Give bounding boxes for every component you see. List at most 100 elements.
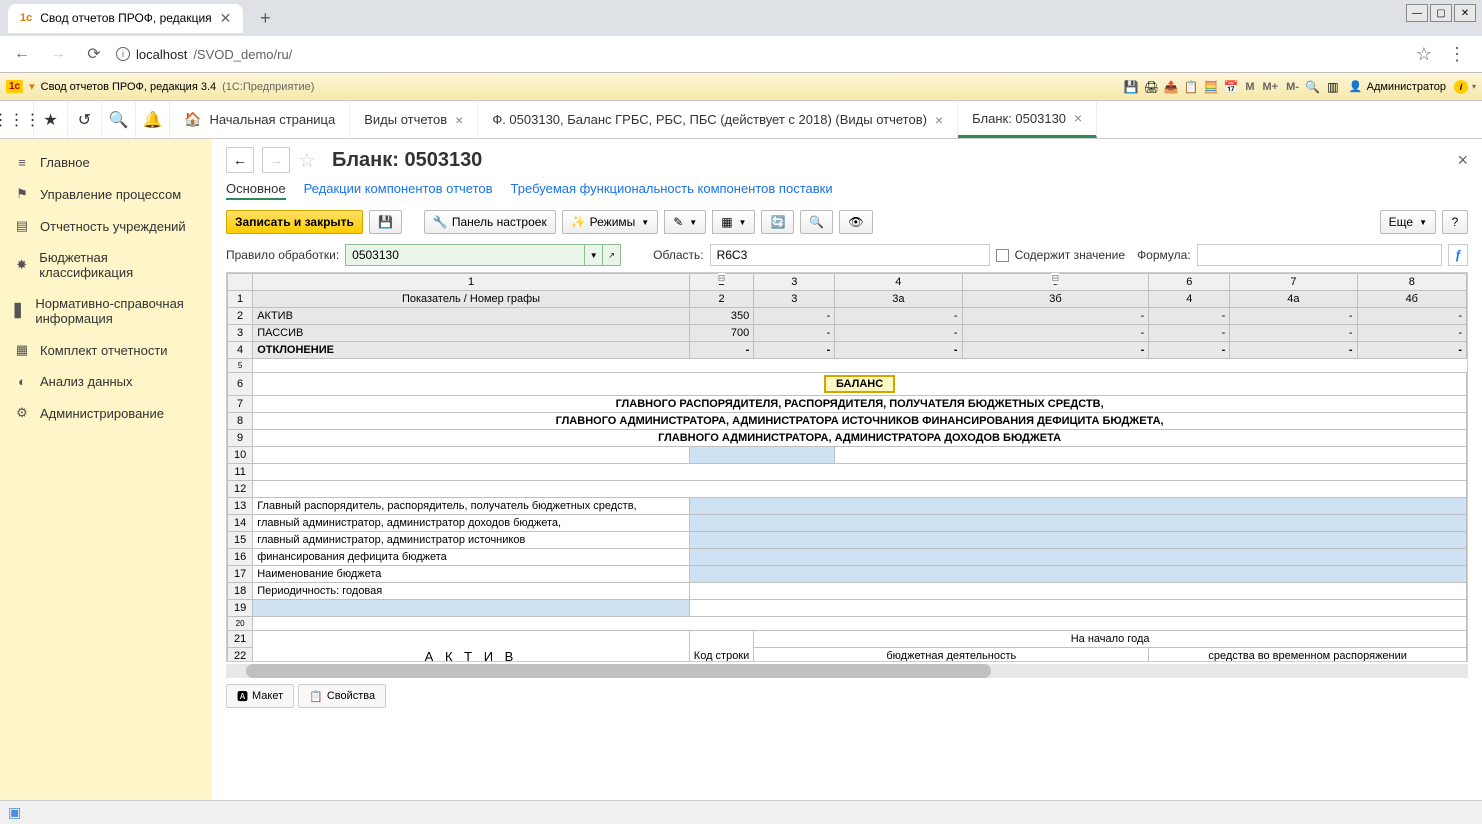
cell[interactable]: 4б xyxy=(1357,291,1466,308)
save-button[interactable]: 💾 xyxy=(369,210,402,234)
cell[interactable] xyxy=(253,447,690,464)
export-icon[interactable]: 📤 xyxy=(1163,79,1179,95)
cell[interactable] xyxy=(253,359,1467,373)
aktiv-header[interactable]: А К Т И В xyxy=(253,631,690,663)
col-header[interactable]: 1 xyxy=(253,274,690,291)
temp-funds-header[interactable]: средства во временном распоряжении xyxy=(1149,648,1467,663)
cell[interactable] xyxy=(689,600,1466,617)
cell[interactable]: - xyxy=(1230,308,1357,325)
cell[interactable]: 350 xyxy=(689,308,754,325)
cell[interactable] xyxy=(253,464,1467,481)
cell[interactable]: - xyxy=(689,342,754,359)
apps-menu-button[interactable]: ⋮⋮⋮ xyxy=(0,101,34,138)
cell[interactable]: Наименование бюджета xyxy=(253,566,690,583)
back-button[interactable]: ← xyxy=(8,40,36,68)
bookmark-button[interactable]: ☆ xyxy=(1416,44,1432,65)
col-header[interactable]: 7 xyxy=(1230,274,1357,291)
row-header[interactable]: 21 xyxy=(228,631,253,648)
memory-mminus-button[interactable]: M- xyxy=(1284,81,1301,93)
row-header[interactable]: 19 xyxy=(228,600,253,617)
code-header[interactable]: Код строки xyxy=(689,631,754,663)
browser-menu-button[interactable]: ⋮ xyxy=(1440,44,1474,65)
row-header[interactable]: 20 xyxy=(228,617,253,631)
memory-mplus-button[interactable]: M+ xyxy=(1260,81,1280,93)
subtab-functionality[interactable]: Требуемая функциональность компонентов п… xyxy=(511,179,833,200)
subtitle-cell[interactable]: ГЛАВНОГО РАСПОРЯДИТЕЛЯ, РАСПОРЯДИТЕЛЯ, П… xyxy=(253,396,1467,413)
formula-input[interactable] xyxy=(1197,244,1442,266)
cell[interactable]: - xyxy=(962,308,1149,325)
cell[interactable] xyxy=(689,549,1466,566)
url-bar[interactable]: i localhost/SVOD_demo/ru/ xyxy=(116,47,1408,62)
rule-dropdown-button[interactable]: ▼ xyxy=(585,244,603,266)
notifications-button[interactable]: 🔔 xyxy=(136,101,170,138)
cell[interactable]: - xyxy=(1230,325,1357,342)
row-header[interactable]: 5 xyxy=(228,359,253,373)
cell[interactable]: финансирования дефицита бюджета xyxy=(253,549,690,566)
more-button[interactable]: Еще▼ xyxy=(1380,210,1436,234)
scrollbar-thumb[interactable] xyxy=(246,664,991,678)
row-header[interactable]: 2 xyxy=(228,308,253,325)
subtitle-cell[interactable]: ГЛАВНОГО АДМИНИСТРАТОРА, АДМИНИСТРАТОРА … xyxy=(253,430,1467,447)
user-menu[interactable]: 👤 Администратор xyxy=(1345,80,1450,93)
close-tab-button[interactable]: × xyxy=(455,112,463,128)
find-button[interactable]: 🔍 xyxy=(800,210,833,234)
cell[interactable]: 4а xyxy=(1230,291,1357,308)
close-tab-button[interactable]: ✕ xyxy=(220,10,232,27)
save-icon[interactable]: 💾 xyxy=(1123,79,1139,95)
cell[interactable] xyxy=(689,498,1466,515)
rule-input[interactable] xyxy=(345,244,585,266)
view-button[interactable]: 👁 xyxy=(839,210,872,234)
site-info-icon[interactable]: i xyxy=(116,47,130,61)
cell[interactable]: - xyxy=(754,325,835,342)
cell[interactable]: Главный распорядитель, распорядитель, по… xyxy=(253,498,690,515)
memory-m-button[interactable]: M xyxy=(1243,81,1256,93)
sidebar-item-main[interactable]: ≡Главное xyxy=(0,147,212,178)
cell[interactable]: - xyxy=(962,342,1149,359)
cell[interactable] xyxy=(253,481,1467,498)
tab-home[interactable]: 🏠 Начальная страница xyxy=(170,101,350,138)
refresh-button[interactable]: 🔄 xyxy=(761,210,794,234)
reload-button[interactable]: ⟳ xyxy=(80,40,108,68)
cell[interactable]: - xyxy=(1149,308,1230,325)
corner-cell[interactable] xyxy=(228,274,253,291)
cell[interactable]: ОТКЛОНЕНИЕ xyxy=(253,342,690,359)
row-header[interactable]: 11 xyxy=(228,464,253,481)
col-header[interactable]: 4 xyxy=(835,274,962,291)
cell[interactable]: - xyxy=(1230,342,1357,359)
row-header[interactable]: 3 xyxy=(228,325,253,342)
row-header[interactable]: 15 xyxy=(228,532,253,549)
cell[interactable]: Периодичность: годовая xyxy=(253,583,690,600)
cell[interactable] xyxy=(689,566,1466,583)
save-close-button[interactable]: Записать и закрыть xyxy=(226,210,363,234)
row-header[interactable]: 18 xyxy=(228,583,253,600)
dropdown-icon[interactable]: ▾ xyxy=(29,80,35,93)
tab-blank-0503130[interactable]: Бланк: 0503130 × xyxy=(958,101,1097,138)
cell[interactable]: - xyxy=(1149,325,1230,342)
cell[interactable] xyxy=(253,617,1467,631)
bottom-tab-properties[interactable]: 📋Свойства xyxy=(298,684,386,708)
cell[interactable]: главный администратор, администратор ист… xyxy=(253,532,690,549)
col-header[interactable]: 2 xyxy=(689,274,754,291)
row-header[interactable]: 16 xyxy=(228,549,253,566)
tab-form-0503130[interactable]: Ф. 0503130, Баланс ГРБС, РБС, ПБС (дейст… xyxy=(478,101,958,138)
row-header[interactable]: 10 xyxy=(228,447,253,464)
col-header[interactable]: 8 xyxy=(1357,274,1466,291)
cell[interactable]: - xyxy=(754,308,835,325)
cell[interactable]: 3 xyxy=(754,291,835,308)
rule-open-button[interactable]: ↗ xyxy=(603,244,621,266)
fx-button[interactable]: ƒ xyxy=(1448,244,1468,266)
sidebar-item-reference[interactable]: ▋Нормативно-справочная информация xyxy=(0,288,212,334)
cell[interactable]: - xyxy=(1357,342,1466,359)
panels-icon[interactable]: ▥ xyxy=(1325,79,1341,95)
nav-forward-button[interactable]: → xyxy=(262,147,290,173)
contains-value-checkbox[interactable] xyxy=(996,249,1009,262)
cell[interactable] xyxy=(689,515,1466,532)
new-tab-button[interactable]: + xyxy=(251,4,279,32)
close-tab-button[interactable]: × xyxy=(935,112,943,128)
row-header[interactable]: 7 xyxy=(228,396,253,413)
area-input[interactable] xyxy=(710,244,990,266)
cell[interactable]: ПАССИВ xyxy=(253,325,690,342)
sidebar-item-admin[interactable]: ⚙Администрирование xyxy=(0,397,212,429)
print-icon[interactable]: 🖨 xyxy=(1143,79,1159,95)
cell[interactable]: 2 xyxy=(689,291,754,308)
